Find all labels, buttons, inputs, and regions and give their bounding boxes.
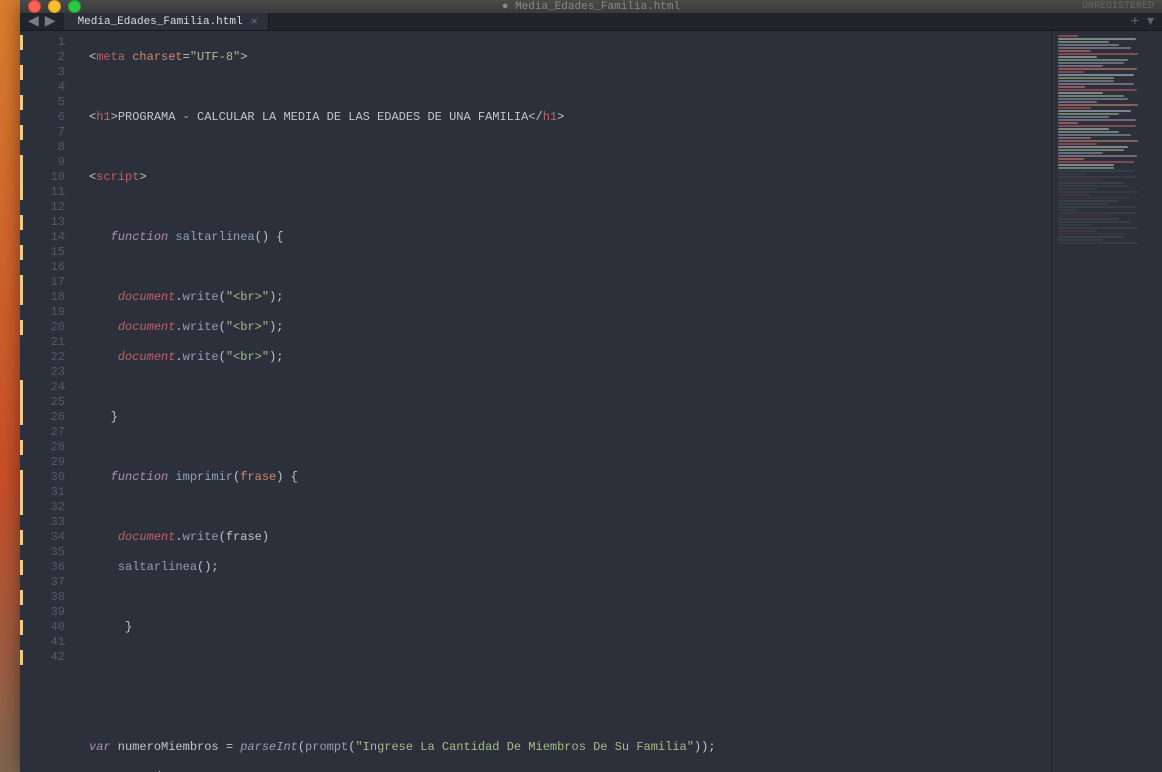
- tab-label: Media_Edades_Familia.html: [78, 16, 243, 28]
- unregistered-label: UNREGISTERED: [1082, 1, 1154, 12]
- nav-forward-icon[interactable]: ▶: [43, 13, 58, 30]
- titlebar: ● Media_Edades_Familia.html UNREGISTERED: [20, 0, 1162, 13]
- titlebar-filename: ● Media_Edades_Familia.html: [20, 1, 1162, 13]
- file-tab[interactable]: Media_Edades_Familia.html ×: [64, 13, 269, 30]
- tab-bar: ◀ ▶ Media_Edades_Familia.html × + ▾: [20, 13, 1162, 31]
- line-number-gutter: 1234567891011121314151617181920212223242…: [20, 31, 75, 772]
- minimap[interactable]: [1051, 31, 1162, 772]
- editor-window: ● Media_Edades_Familia.html UNREGISTERED…: [20, 0, 1162, 768]
- tab-menu-icon[interactable]: ▾: [1147, 13, 1154, 30]
- desktop-background: ● Media_Edades_Familia.html UNREGISTERED…: [0, 0, 1162, 772]
- tab-close-icon[interactable]: ×: [251, 15, 258, 29]
- close-window-button[interactable]: [28, 0, 41, 13]
- maximize-window-button[interactable]: [68, 0, 81, 13]
- window-controls: [20, 0, 81, 13]
- modification-marks: [20, 31, 22, 772]
- editor-area[interactable]: 1234567891011121314151617181920212223242…: [20, 31, 1162, 772]
- nav-arrows: ◀ ▶: [20, 13, 64, 30]
- minimize-window-button[interactable]: [48, 0, 61, 13]
- new-tab-icon[interactable]: +: [1131, 14, 1139, 30]
- nav-back-icon[interactable]: ◀: [26, 13, 41, 30]
- code-content[interactable]: <meta charset="UTF-8"> <h1>PROGRAMA - CA…: [75, 31, 1051, 772]
